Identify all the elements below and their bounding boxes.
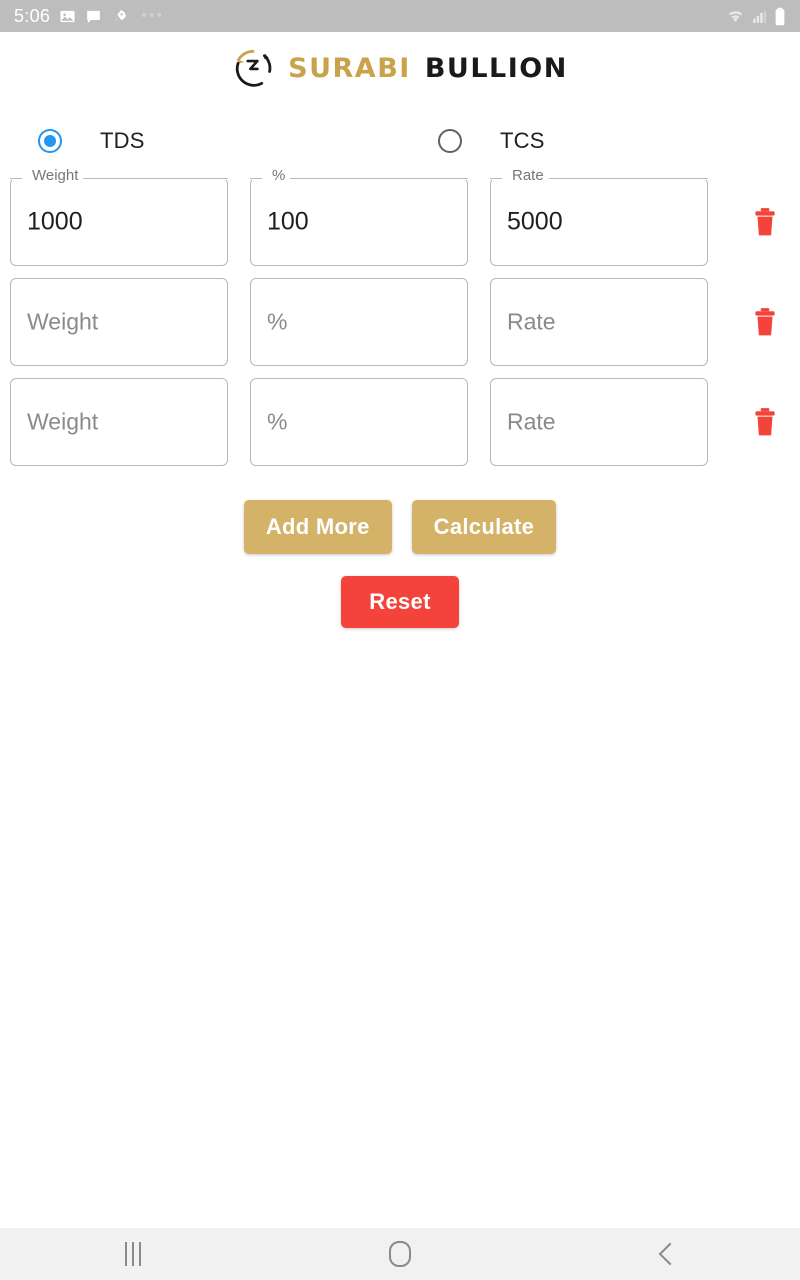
image-icon [60,10,75,22]
table-row: Weight 1000 % 100 Rate 5000 [0,168,800,272]
delete-row-button-3[interactable] [730,407,800,437]
status-bar-right [726,7,786,26]
battery-icon [775,7,785,25]
add-more-button[interactable]: Add More [243,500,392,554]
rocket-icon [114,9,127,22]
percent-field-label-1: % [267,168,291,183]
app-header: SURABI BULLION [0,32,800,104]
percent-field-placeholder-2: % [267,308,288,335]
recents-button[interactable] [0,1228,267,1280]
rate-field-value-1: 5000 [507,207,563,236]
rate-field-1[interactable]: Rate 5000 [490,168,708,266]
status-bar: 5:06 ••• [0,0,800,32]
home-icon[interactable] [389,1241,411,1267]
back-icon[interactable] [658,1242,681,1266]
home-button[interactable] [267,1228,534,1280]
percent-field-1[interactable]: % 100 [250,168,468,266]
circular-arrow-logo-icon [232,47,274,89]
rate-field-3[interactable]: Rate [490,378,708,466]
chat-icon [87,10,101,23]
status-overflow-icon: ••• [141,7,165,24]
android-navigation-bar [0,1228,800,1280]
radio-label-tcs: TCS [500,128,545,153]
rate-field-2[interactable]: Rate [490,278,708,366]
cellular-signal-icon [753,10,767,23]
brand-name-secondary: BULLION [424,52,568,84]
status-time: 5:06 [14,6,51,26]
weight-field-placeholder-3: Weight [27,408,99,435]
reset-button[interactable]: Reset [341,576,459,628]
weight-field-1[interactable]: Weight 1000 [10,168,228,266]
trash-icon[interactable] [752,207,778,237]
percent-field-2[interactable]: % [250,278,468,366]
calculate-button[interactable]: Calculate [411,500,557,554]
tax-type-selector: TDS TCS [0,110,800,172]
weight-field-3[interactable]: Weight [10,378,228,466]
recents-icon[interactable] [125,1242,142,1266]
table-row: Weight % Rate [0,272,800,372]
rate-field-placeholder-3: Rate [507,408,556,435]
trash-icon[interactable] [752,407,778,437]
weight-field-placeholder-2: Weight [27,308,99,335]
radio-label-tds: TDS [100,128,145,153]
percent-field-value-1: 100 [267,207,309,236]
primary-actions: Add More Calculate [0,500,800,554]
percent-field-placeholder-3: % [267,408,288,435]
rate-field-label-1: Rate [507,168,549,183]
entry-rows: Weight 1000 % 100 Rate 5000 Weight % Rat… [0,168,800,472]
radio-option-tds[interactable]: TDS [38,128,438,154]
trash-icon[interactable] [752,307,778,337]
table-row: Weight % Rate [0,372,800,472]
radio-option-tcs[interactable]: TCS [438,128,545,154]
rate-field-placeholder-2: Rate [507,308,556,335]
delete-row-button-1[interactable] [730,207,800,237]
weight-field-value-1: 1000 [27,207,83,236]
brand-wordmark: SURABI BULLION [288,55,568,82]
app-content: SURABI BULLION TDS TCS Weight 1000 % 100 [0,32,800,1228]
percent-field-3[interactable]: % [250,378,468,466]
delete-row-button-2[interactable] [730,307,800,337]
secondary-actions: Reset [0,576,800,628]
weight-field-label-1: Weight [27,168,84,183]
status-bar-left: 5:06 ••• [14,7,726,25]
back-button[interactable] [533,1228,800,1280]
brand-name-primary: SURABI [288,52,411,84]
weight-field-2[interactable]: Weight [10,278,228,366]
wifi-icon [728,10,743,22]
radio-button-tds-icon[interactable] [38,129,62,153]
radio-button-tcs-icon[interactable] [438,129,462,153]
